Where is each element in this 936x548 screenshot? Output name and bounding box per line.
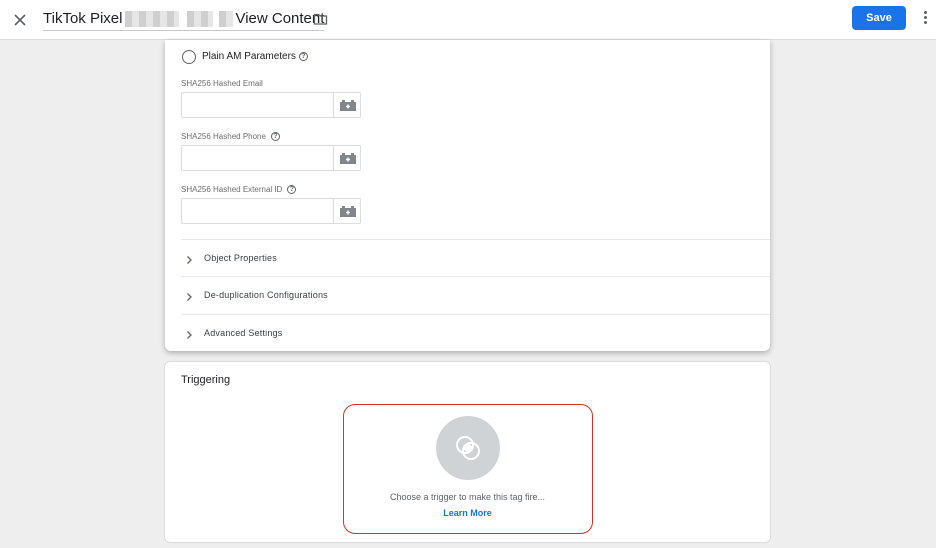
triggering-title: Triggering — [181, 374, 231, 386]
section-advanced-settings[interactable]: Advanced Settings — [181, 314, 770, 351]
more-vert-icon[interactable] — [918, 9, 932, 29]
chevron-right-icon — [185, 252, 193, 264]
redacted-text — [125, 11, 180, 27]
help-icon[interactable]: ? — [298, 51, 308, 61]
section-label: De-duplication Configurations — [204, 290, 328, 300]
field-label-email: SHA256 Hashed Email — [181, 79, 263, 88]
hashed-external-id-input[interactable] — [181, 198, 334, 224]
learn-more-link[interactable]: Learn More — [344, 508, 591, 518]
top-bar: TikTok Pixel View Content Save — [0, 0, 936, 40]
hashed-email-input[interactable] — [181, 92, 334, 118]
help-icon[interactable]: ? — [287, 185, 297, 195]
help-icon[interactable]: ? — [270, 132, 280, 142]
save-button[interactable]: Save — [852, 6, 906, 30]
chevron-right-icon — [185, 289, 193, 301]
close-icon[interactable] — [10, 10, 30, 30]
variable-icon[interactable] — [333, 198, 361, 224]
tag-name-suffix: View Content — [235, 10, 325, 27]
section-label: Advanced Settings — [204, 328, 283, 338]
radio-button[interactable] — [182, 50, 196, 64]
section-object-properties[interactable]: Object Properties — [181, 239, 770, 276]
trigger-icon — [436, 416, 500, 480]
choose-trigger-area[interactable]: Choose a trigger to make this tag fire..… — [343, 404, 593, 534]
section-label: Object Properties — [204, 253, 277, 263]
redacted-text — [187, 11, 214, 27]
triggering-card: Triggering Choose a trigger to make this… — [164, 361, 771, 543]
tag-configuration-card: Plain AM Parameters? SHA256 Hashed Email… — [165, 40, 770, 351]
tag-name-prefix: TikTok Pixel — [43, 10, 123, 27]
hashed-phone-input[interactable] — [181, 145, 334, 171]
trigger-hint: Choose a trigger to make this tag fire..… — [389, 492, 546, 502]
folder-icon[interactable] — [313, 12, 328, 26]
redacted-text — [219, 11, 234, 27]
field-label-phone: SHA256 Hashed Phone — [181, 132, 266, 141]
tag-name-field[interactable]: TikTok Pixel View Content — [43, 9, 325, 31]
chevron-right-icon — [185, 327, 193, 339]
variable-icon[interactable] — [333, 92, 361, 118]
radio-label: Plain AM Parameters — [202, 51, 296, 62]
variable-icon[interactable] — [333, 145, 361, 171]
field-label-external-id: SHA256 Hashed External ID — [181, 185, 283, 194]
section-deduplication[interactable]: De-duplication Configurations — [181, 276, 770, 313]
